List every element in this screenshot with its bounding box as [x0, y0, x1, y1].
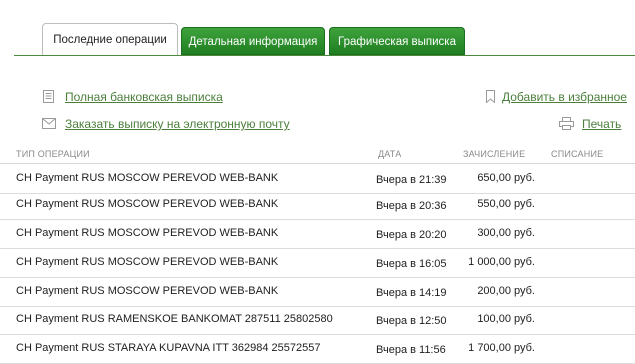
operation-type: CH Payment RUS STARAYA KUPAVNA ITT 36298…: [16, 342, 321, 354]
bookmark-icon: [486, 90, 495, 103]
tab-recent-operations[interactable]: Последние операции: [42, 23, 178, 56]
table-header: ТИП ОПЕРАЦИИ ДАТА ЗАЧИСЛЕНИЕ СПИСАНИЕ: [0, 146, 635, 164]
operation-date: Вчера в 20:20: [376, 229, 447, 241]
operation-type: CH Payment RUS MOSCOW PEREVOD WEB-BANK: [16, 285, 279, 297]
print-link[interactable]: Печать: [582, 117, 621, 131]
printer-icon: [559, 117, 574, 130]
column-header-date: ДАТА: [378, 149, 402, 159]
credit-amount: 550,00 руб.: [477, 198, 535, 210]
table-row[interactable]: CH Payment RUS MOSCOW PEREVOD WEB-BANK В…: [0, 247, 635, 278]
operation-date: Вчера в 11:56: [376, 344, 446, 356]
document-icon: [43, 90, 54, 103]
operation-date: Вчера в 21:39: [376, 174, 447, 186]
envelope-icon: [42, 118, 56, 129]
table-row[interactable]: CH Payment RUS MOSCOW PEREVOD WEB-BANK В…: [0, 276, 635, 307]
column-header-debit: СПИСАНИЕ: [551, 149, 604, 159]
operation-date: Вчера в 20:36: [376, 200, 447, 212]
credit-amount: 1 700,00 руб.: [468, 342, 535, 354]
tab-bar: Последние операции Детальная информация …: [0, 0, 635, 56]
table-row[interactable]: CH Payment RUS RAMENSKOE BANKOMAT 287511…: [0, 304, 635, 335]
operation-date: Вчера в 12:50: [376, 315, 447, 327]
credit-amount: 200,00 руб.: [477, 285, 535, 297]
operation-date: Вчера в 14:19: [376, 287, 447, 299]
credit-amount: 300,00 руб.: [477, 227, 535, 239]
tab-graphic-statement[interactable]: Графическая выписка: [329, 27, 465, 55]
table-row[interactable]: CH Payment RUS MOSCOW PEREVOD WEB-BANK В…: [0, 218, 635, 249]
operation-type: CH Payment RUS MOSCOW PEREVOD WEB-BANK: [16, 227, 279, 239]
column-header-credit: ЗАЧИСЛЕНИЕ: [463, 149, 526, 159]
column-header-type: ТИП ОПЕРАЦИИ: [16, 149, 90, 159]
table-row[interactable]: CH Payment RUS MOSCOW PEREVOD WEB-BANK В…: [0, 189, 635, 220]
operation-type: CH Payment RUS MOSCOW PEREVOD WEB-BANK: [16, 256, 279, 268]
operation-type: CH Payment RUS RAMENSKOE BANKOMAT 287511…: [16, 313, 333, 325]
table-row[interactable]: CH Payment RUS STARAYA KUPAVNA ITT 36298…: [0, 333, 635, 364]
credit-amount: 100,00 руб.: [477, 313, 535, 325]
credit-amount: 650,00 руб.: [477, 172, 535, 184]
credit-amount: 1 000,00 руб.: [468, 256, 535, 268]
operation-date: Вчера в 16:05: [376, 258, 447, 270]
tab-detailed-info[interactable]: Детальная информация: [181, 27, 325, 55]
email-statement-link[interactable]: Заказать выписку на электронную почту: [65, 117, 290, 131]
operation-type: CH Payment RUS MOSCOW PEREVOD WEB-BANK: [16, 198, 279, 210]
operation-type: CH Payment RUS MOSCOW PEREVOD WEB-BANK: [16, 172, 279, 184]
tab-divider: [14, 55, 635, 56]
add-favorite-link[interactable]: Добавить в избранное: [502, 90, 627, 104]
full-statement-link[interactable]: Полная банковская выписка: [65, 90, 223, 104]
